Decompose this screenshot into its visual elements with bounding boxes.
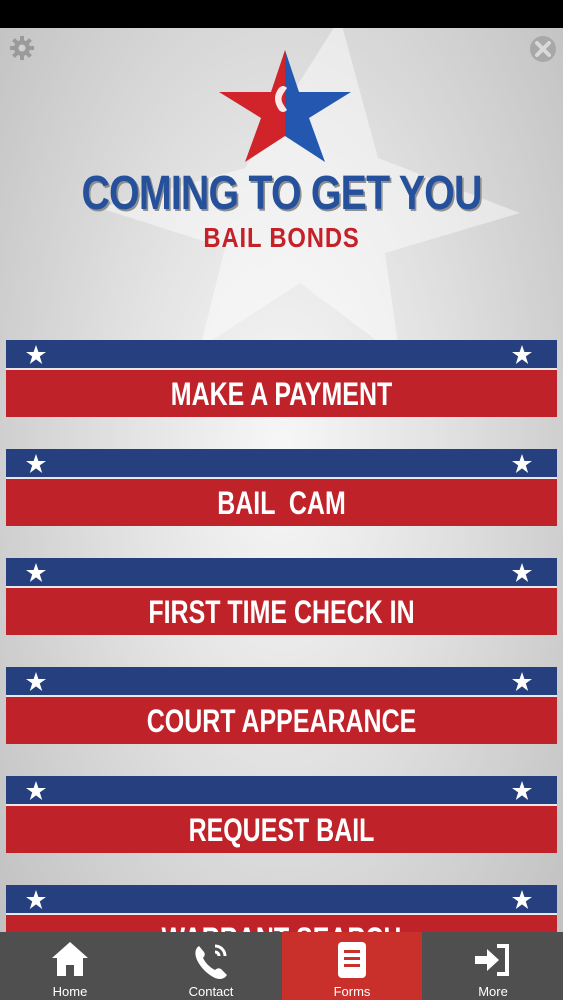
blue-stripe bbox=[6, 776, 557, 804]
blue-stripe bbox=[6, 667, 557, 695]
logo-subtitle: BAIL BONDS bbox=[203, 222, 360, 253]
tab-contact[interactable]: Contact bbox=[141, 932, 281, 1000]
status-bar bbox=[0, 0, 563, 28]
tab-label: Home bbox=[52, 984, 88, 999]
sign-in-icon bbox=[475, 944, 509, 976]
tab-forms[interactable]: Forms bbox=[282, 932, 422, 1000]
menu-item-label: REQUEST BAIL bbox=[188, 812, 375, 848]
star-icon bbox=[512, 345, 532, 364]
home-icon bbox=[52, 942, 88, 976]
bottom-tab-bar: Home Contact Forms More bbox=[0, 932, 563, 1000]
menu-item-label: COURT APPEARANCE bbox=[146, 703, 417, 739]
blue-stripe bbox=[6, 558, 557, 586]
star-icon bbox=[26, 672, 46, 691]
star-icon bbox=[512, 672, 532, 691]
star-icon bbox=[512, 454, 532, 473]
tab-home[interactable]: Home bbox=[0, 932, 140, 1000]
menu-item-label: BAIL CAM bbox=[217, 485, 346, 521]
star-icon bbox=[512, 563, 532, 582]
star-icon bbox=[512, 781, 532, 800]
star-icon bbox=[26, 454, 46, 473]
tab-label: Forms bbox=[333, 984, 371, 999]
tab-label: Contact bbox=[188, 984, 234, 999]
blue-stripe bbox=[6, 449, 557, 477]
menu-item-make-a-payment[interactable]: MAKE A PAYMENT bbox=[6, 340, 557, 417]
star-icon bbox=[26, 563, 46, 582]
logo-star-icon bbox=[219, 50, 351, 162]
menu-item-label: FIRST TIME CHECK IN bbox=[148, 594, 415, 630]
star-icon bbox=[512, 890, 532, 909]
menu-item-first-time-check-in[interactable]: FIRST TIME CHECK IN bbox=[6, 558, 557, 635]
phone-icon bbox=[195, 944, 227, 979]
menu-item-court-appearance[interactable]: COURT APPEARANCE bbox=[6, 667, 557, 744]
star-icon bbox=[26, 345, 46, 364]
blue-stripe bbox=[6, 340, 557, 368]
brand-logo: COMING TO GET YOU BAIL BONDS bbox=[0, 48, 563, 318]
menu-item-request-bail[interactable]: REQUEST BAIL bbox=[6, 776, 557, 853]
star-icon bbox=[26, 890, 46, 909]
menu-item-bail-cam[interactable]: BAIL CAM bbox=[6, 449, 557, 526]
logo-title: COMING TO GET YOU bbox=[81, 167, 482, 220]
forms-icon bbox=[338, 942, 366, 978]
star-icon bbox=[26, 781, 46, 800]
menu-item-label: MAKE A PAYMENT bbox=[170, 376, 393, 412]
blue-stripe bbox=[6, 885, 557, 913]
tab-label: More bbox=[478, 984, 508, 999]
tab-more[interactable]: More bbox=[423, 932, 563, 1000]
